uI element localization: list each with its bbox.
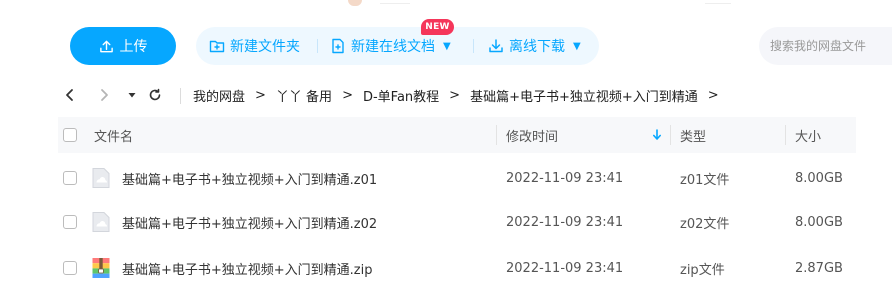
arrow-down-icon — [653, 129, 661, 140]
caret-down-icon — [128, 93, 136, 98]
breadcrumb-item[interactable]: 基础篇+电子书+独立视频+入门到精通 — [470, 86, 698, 105]
column-header-type[interactable]: 类型 — [680, 117, 706, 153]
file-size: 8.00GB — [795, 214, 843, 230]
table-row[interactable]: 基础篇+电子书+独立视频+入门到精通.zip 2022-11-09 23:41 … — [58, 246, 856, 290]
search-input[interactable] — [759, 27, 892, 65]
file-type: zip文件 — [680, 262, 725, 278]
new-badge: NEW — [421, 19, 454, 35]
column-divider — [785, 125, 786, 145]
top-decoration — [348, 0, 362, 6]
breadcrumb-separator: > — [342, 87, 353, 103]
refresh-icon — [149, 88, 161, 101]
file-type: z02文件 — [680, 216, 730, 232]
zip-archive-icon — [92, 258, 110, 278]
breadcrumb-separator: > — [707, 87, 719, 103]
file-name[interactable]: 基础篇+电子书+独立视频+入门到精通.z02 — [122, 200, 377, 244]
column-divider — [496, 125, 497, 145]
row-checkbox[interactable] — [63, 261, 77, 275]
file-size: 8.00GB — [795, 170, 843, 186]
file-manager-page: 上传 新建文件夹 新建在线文档 ▼ NEW 离线下载 ▼ 搜索我的网盘文件 我的… — [0, 0, 892, 297]
column-header-name[interactable]: 文件名 — [94, 117, 133, 153]
chevron-down-icon: ▼ — [443, 40, 451, 52]
file-size: 2.87GB — [795, 260, 843, 276]
chevron-down-icon: ▼ — [573, 40, 581, 52]
table-header: 文件名 修改时间 类型 大小 — [58, 117, 856, 153]
generic-file-icon — [92, 168, 110, 188]
file-modified-time: 2022-11-09 23:41 — [506, 260, 624, 276]
forward-button[interactable] — [95, 86, 113, 104]
chevron-left-icon — [66, 89, 73, 101]
toolbar-separator — [473, 39, 474, 53]
top-decoration-line — [380, 3, 410, 4]
new-online-doc-label: 新建在线文档 — [351, 39, 435, 55]
file-modified-time: 2022-11-09 23:41 — [506, 170, 624, 186]
new-folder-icon — [209, 40, 225, 53]
new-folder-label: 新建文件夹 — [230, 39, 300, 55]
table-row[interactable]: 基础篇+电子书+独立视频+入门到精通.z02 2022-11-09 23:41 … — [58, 200, 856, 244]
new-folder-button[interactable]: 新建文件夹 — [209, 27, 300, 65]
breadcrumb-separator: > — [449, 87, 461, 103]
file-type: z01文件 — [680, 172, 730, 188]
history-dropdown-button[interactable] — [123, 86, 141, 104]
refresh-button[interactable] — [146, 86, 164, 104]
offline-download-button[interactable]: 离线下载 ▼ — [488, 27, 581, 65]
new-doc-icon — [332, 38, 344, 54]
column-divider — [670, 125, 671, 145]
back-button[interactable] — [61, 86, 79, 104]
download-icon — [489, 39, 503, 53]
breadcrumb-item[interactable]: 我的网盘 — [193, 86, 245, 105]
table-row[interactable]: 基础篇+电子书+独立视频+入门到精通.z01 2022-11-09 23:41 … — [58, 156, 856, 200]
select-all-checkbox[interactable] — [63, 128, 77, 142]
row-checkbox[interactable] — [63, 215, 77, 229]
chevron-right-icon — [101, 89, 108, 101]
file-name[interactable]: 基础篇+电子书+独立视频+入门到精通.zip — [122, 246, 373, 290]
generic-file-icon — [92, 212, 110, 232]
column-header-modified[interactable]: 修改时间 — [506, 117, 558, 153]
nav-divider — [180, 88, 181, 104]
file-modified-time: 2022-11-09 23:41 — [506, 214, 624, 230]
column-header-size[interactable]: 大小 — [795, 117, 821, 153]
sort-descending-icon[interactable] — [652, 117, 662, 153]
upload-button[interactable]: 上传 — [70, 27, 176, 65]
breadcrumb-separator: > — [255, 87, 266, 103]
top-decoration-line — [705, 3, 731, 4]
file-name[interactable]: 基础篇+电子书+独立视频+入门到精通.z01 — [122, 156, 377, 200]
upload-label: 上传 — [119, 39, 148, 55]
offline-download-label: 离线下载 — [509, 39, 565, 55]
breadcrumb: 我的网盘 > 丫丫 备用 > D-单Fan教程 > 基础篇+电子书+独立视频+入… — [193, 80, 729, 110]
navigation-bar: 我的网盘 > 丫丫 备用 > D-单Fan教程 > 基础篇+电子书+独立视频+入… — [0, 80, 892, 110]
breadcrumb-item[interactable]: D-单Fan教程 — [363, 86, 439, 105]
breadcrumb-item[interactable]: 丫丫 备用 — [276, 86, 332, 105]
toolbar-separator — [317, 39, 318, 53]
upload-icon — [99, 40, 113, 52]
toolbar: 上传 新建文件夹 新建在线文档 ▼ NEW 离线下载 ▼ 搜索我的网盘文件 — [0, 19, 892, 65]
row-checkbox[interactable] — [63, 171, 77, 185]
